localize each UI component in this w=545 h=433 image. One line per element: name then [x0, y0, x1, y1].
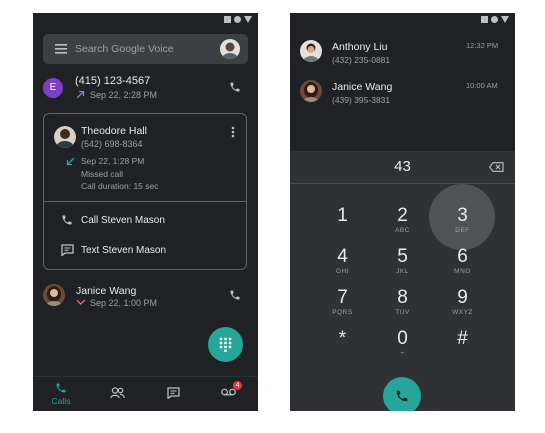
expanded-call-card: Theodore Hall (542) 698-8364 Sep 22, 1:2…	[43, 113, 247, 270]
text-action-button[interactable]: Text Steven Mason	[44, 238, 246, 264]
dial-input[interactable]: 43	[290, 158, 515, 175]
search-input[interactable]: Search Google Voice	[75, 43, 174, 55]
list-item[interactable]: Janice Wang Sep 22, 1:00 PM	[33, 281, 258, 313]
phone-icon	[395, 389, 409, 403]
contact-name: Anthony Liu	[332, 41, 388, 53]
call-button[interactable]	[383, 377, 421, 411]
contacts-icon[interactable]	[110, 387, 125, 399]
contact-number: (432) 235-0881	[332, 55, 391, 65]
text-action-label: Text Steven Mason	[81, 245, 167, 256]
avatar	[54, 126, 76, 148]
contact-time: 12:32 PM	[466, 41, 499, 50]
tab-calls-label: Calls	[51, 396, 71, 406]
calls-screen: Search Google Voice E (415) 123-4567 Sep…	[33, 13, 258, 411]
call-time: Sep 22, 1:00 PM	[90, 298, 158, 308]
avatar	[43, 284, 65, 306]
key-hash[interactable]: #	[425, 323, 500, 375]
wifi-icon	[234, 16, 241, 23]
status-bar	[33, 13, 258, 26]
voicemail-icon[interactable]	[221, 388, 236, 396]
call-date: Sep 22, 1:28 PM	[81, 156, 145, 166]
contact-suggestion[interactable]: Janice Wang (439) 395-3831 10:00 AM	[290, 77, 515, 111]
missed-call-icon	[76, 299, 86, 307]
signal-icon	[224, 16, 231, 23]
call-status: Missed call	[81, 169, 124, 179]
voicemail-badge: 4	[233, 381, 242, 390]
battery-icon	[501, 16, 509, 23]
contact-number: (439) 395-3831	[332, 95, 391, 105]
list-item[interactable]: E (415) 123-4567 Sep 22, 2:28 PM	[33, 73, 258, 105]
contact-name: Theodore Hall	[81, 125, 147, 137]
dialpad-icon	[219, 337, 232, 352]
outgoing-arrow-icon	[76, 90, 85, 99]
messages-icon[interactable]	[167, 387, 180, 399]
tab-calls[interactable]: Calls	[43, 380, 79, 410]
divider	[44, 201, 246, 202]
bottom-navigation: Calls 4	[33, 376, 258, 411]
missed-arrow-icon	[66, 157, 75, 166]
avatar: E	[43, 78, 63, 98]
avatar	[300, 80, 322, 102]
more-options-icon[interactable]	[231, 126, 235, 138]
phone-icon[interactable]	[229, 289, 241, 301]
hamburger-menu-icon[interactable]	[55, 44, 67, 54]
contact-suggestion[interactable]: Anthony Liu (432) 235-0881 12:32 PM	[290, 37, 515, 71]
call-action-button[interactable]: Call Steven Mason	[44, 208, 246, 234]
message-icon	[61, 244, 74, 256]
dialer-screen: Anthony Liu (432) 235-0881 12:32 PM Jani…	[290, 13, 515, 411]
call-duration: Call duration: 15 sec	[81, 181, 159, 191]
search-bar[interactable]: Search Google Voice	[43, 34, 248, 64]
phone-icon	[61, 214, 73, 226]
contact-time: 10:00 AM	[466, 81, 498, 90]
contact-number: (542) 698-8364	[81, 139, 143, 149]
signal-icon	[481, 16, 488, 23]
dial-display: 43	[290, 151, 515, 184]
dialpad-fab-button[interactable]	[208, 327, 243, 362]
phone-icon[interactable]	[229, 81, 241, 93]
contact-name: Janice Wang	[332, 81, 393, 93]
avatar	[300, 40, 322, 62]
dialpad: 43 1 2 ABC 3 DEF 4 GHI 5 JKL 6 MNO 7 PQRS 8 TUV…	[290, 151, 515, 411]
caller-number: (415) 123-4567	[75, 75, 151, 87]
call-time: Sep 22, 2:28 PM	[90, 90, 158, 100]
contact-name: Janice Wang	[76, 285, 137, 297]
account-avatar[interactable]	[220, 39, 240, 59]
phone-icon	[55, 382, 67, 394]
call-action-label: Call Steven Mason	[81, 215, 165, 226]
wifi-icon	[491, 16, 498, 23]
status-bar	[290, 13, 515, 26]
battery-icon	[244, 16, 252, 23]
backspace-icon[interactable]	[489, 162, 504, 172]
